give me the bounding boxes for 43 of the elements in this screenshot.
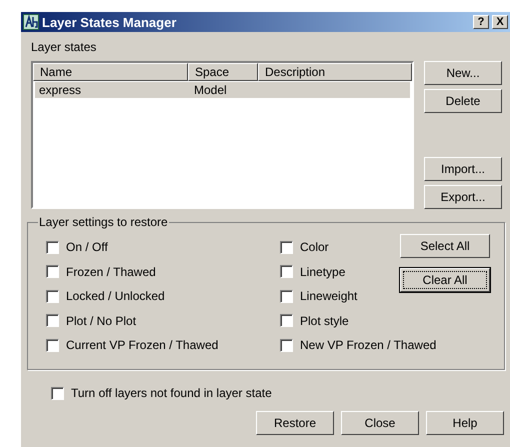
section-label: Layer states — [31, 40, 98, 54]
column-header[interactable]: Description — [258, 63, 412, 81]
group-title: Layer settings to restore — [38, 215, 169, 229]
app-icon — [23, 14, 39, 30]
setting-label: Plot / No Plot — [66, 314, 136, 328]
setting-label: Plot style — [300, 314, 349, 328]
setting-label: Current VP Frozen / Thawed — [66, 338, 218, 352]
window-close-button[interactable]: X — [492, 15, 508, 29]
setting-label: New VP Frozen / Thawed — [300, 338, 436, 352]
setting-label: Locked / Unlocked — [66, 289, 165, 304]
column-header[interactable]: Space — [188, 63, 258, 81]
checkbox[interactable] — [280, 265, 293, 278]
title-help-button[interactable]: ? — [473, 15, 489, 29]
table-cell-text: express — [38, 82, 82, 98]
action-button[interactable]: New... — [424, 61, 502, 85]
checkbox[interactable] — [280, 338, 293, 352]
action-button[interactable]: Select All — [400, 234, 490, 258]
window-title: Layer States Manager — [42, 14, 178, 30]
action-button[interactable]: Delete — [424, 89, 502, 113]
checkbox[interactable] — [46, 265, 59, 278]
checkbox[interactable] — [280, 290, 293, 303]
list-row[interactable]: express Model — [35, 82, 410, 98]
checkbox[interactable] — [46, 314, 59, 328]
column-header[interactable]: Name — [33, 63, 188, 81]
checkbox[interactable] — [46, 338, 59, 352]
table-cell-text: Model — [193, 82, 228, 98]
checkbox[interactable] — [51, 386, 64, 400]
dialog-button[interactable]: Help — [426, 411, 504, 435]
action-button[interactable]: Import... — [424, 157, 502, 181]
dialog-button[interactable]: Close — [341, 411, 419, 435]
setting-label: Frozen / Thawed — [66, 264, 156, 279]
checkbox[interactable] — [280, 240, 293, 254]
option-label: Turn off layers not found in layer state — [71, 386, 272, 400]
setting-label: Linetype — [300, 264, 346, 279]
action-button[interactable]: Clear All — [400, 268, 490, 292]
setting-label: Lineweight — [300, 289, 358, 304]
setting-label: On / Off — [66, 240, 108, 254]
checkbox[interactable] — [46, 290, 59, 303]
checkbox[interactable] — [46, 240, 59, 254]
action-button[interactable]: Export... — [424, 185, 502, 209]
dialog-button[interactable]: Restore — [256, 411, 334, 435]
setting-label: Color — [300, 240, 329, 254]
checkbox[interactable] — [280, 314, 293, 328]
